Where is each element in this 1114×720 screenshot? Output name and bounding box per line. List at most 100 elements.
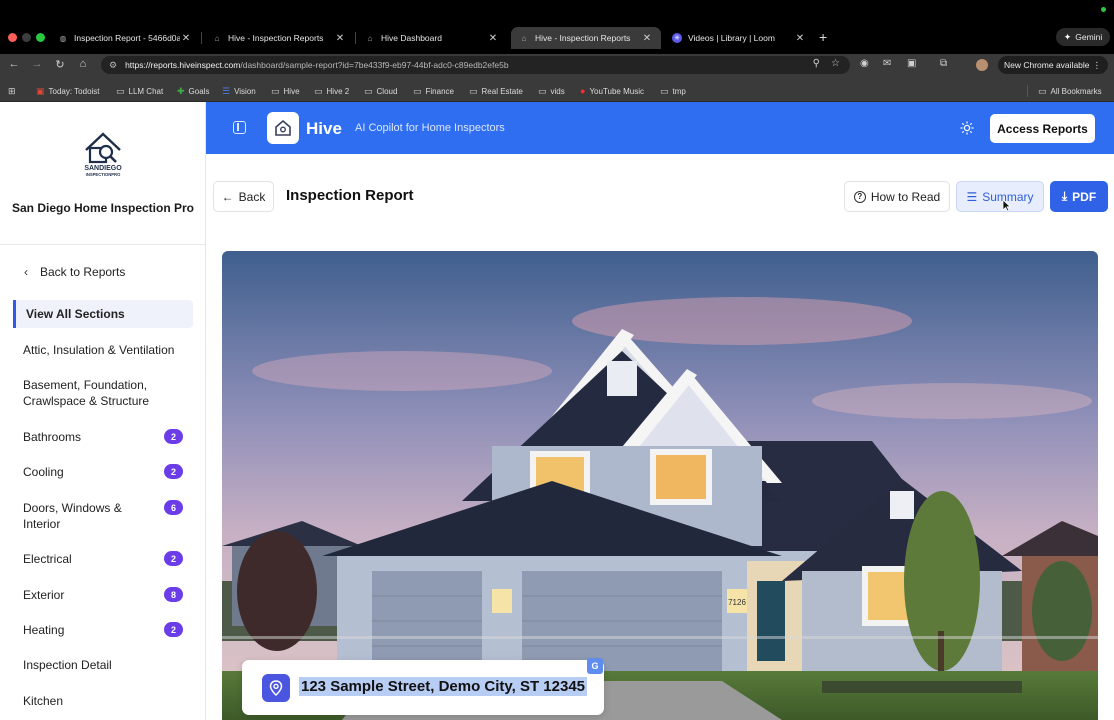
browser-tab[interactable]: ◍ Inspection Report - 5466d0a ✕: [50, 27, 200, 49]
sidebar-item-label: View All Sections: [26, 307, 125, 321]
camera-extension-icon[interactable]: ◉: [860, 58, 869, 69]
apps-grid-icon[interactable]: ⊞: [8, 86, 16, 97]
back-button[interactable]: ← Back: [213, 181, 274, 212]
bookmark-todoist[interactable]: ▣ Today: Todoist: [36, 86, 100, 97]
sidebar-toggle-icon[interactable]: [233, 121, 246, 134]
download-icon: ⤓: [1061, 189, 1068, 203]
todoist-icon: ▣: [36, 86, 45, 96]
bookmark-label: vids: [550, 87, 565, 96]
bookmark-tmp[interactable]: ▭ tmp: [660, 86, 686, 97]
bookmark-llm-chat[interactable]: ▭ LLM Chat: [116, 86, 163, 97]
close-tab-icon[interactable]: ✕: [487, 33, 499, 44]
cast-icon[interactable]: ⧉: [940, 58, 947, 69]
house-number: 7126: [728, 598, 746, 607]
bookmark-goals[interactable]: ✚ Goals: [177, 86, 209, 97]
folder-icon: ▭: [469, 86, 478, 96]
company-name: San Diego Home Inspection Pro: [11, 201, 195, 215]
sidebar-item-label: Attic, Insulation & Ventilation: [23, 343, 175, 357]
all-bookmarks[interactable]: ▭ All Bookmarks: [1038, 86, 1102, 97]
profile-avatar[interactable]: [976, 59, 988, 71]
back-to-reports-link[interactable]: ‹ Back to Reports: [24, 265, 125, 279]
reload-icon[interactable]: ↻: [53, 58, 67, 71]
sidebar-item-label: Basement, Foundation, Crawlspace & Struc…: [23, 378, 150, 408]
browser-tab[interactable]: ⌂ Hive Dashboard ✕: [357, 27, 507, 49]
bookmark-cloud[interactable]: ▭ Cloud: [364, 86, 397, 97]
theme-toggle-sun-icon[interactable]: [960, 121, 974, 135]
address-bar[interactable]: ⚙ https://reports.hiveinspect.com /dashb…: [101, 56, 850, 74]
bookmark-youtube-music[interactable]: ● YouTube Music: [580, 86, 644, 96]
sidebar-item-view-all-sections[interactable]: View All Sections: [13, 300, 193, 328]
summary-button[interactable]: ☰ Summary: [956, 181, 1044, 212]
browser-tab[interactable]: ⌂ Hive - Inspection Reports ✕: [204, 27, 354, 49]
tab-separator: [355, 32, 356, 44]
close-tab-icon[interactable]: ✕: [794, 33, 806, 44]
tab-title: Hive Dashboard: [381, 33, 442, 43]
browser-tab[interactable]: ✳ Videos | Library | Loom ✕: [664, 27, 814, 49]
close-tab-icon[interactable]: ✕: [334, 33, 346, 44]
new-tab-plus-icon[interactable]: +: [819, 29, 827, 45]
property-address[interactable]: 123 Sample Street, Demo City, ST 12345: [299, 677, 588, 696]
zoom-icon[interactable]: ⚲: [813, 58, 820, 69]
tab-title: Hive - Inspection Reports: [535, 33, 631, 43]
sidebar-item-inspection-detail[interactable]: Inspection Detail: [13, 657, 193, 673]
tab-title: Hive - Inspection Reports: [228, 33, 324, 43]
page-title: Inspection Report: [286, 187, 414, 204]
youtube-music-icon: ●: [580, 86, 586, 96]
company-logo: SANDIEGO INSPECTIONPRO: [76, 128, 130, 180]
bookmark-vision[interactable]: ☰ Vision: [222, 86, 256, 97]
home-icon[interactable]: ⌂: [76, 58, 90, 70]
bookmark-label: LLM Chat: [128, 87, 164, 96]
forward-arrow-icon[interactable]: →: [30, 58, 44, 70]
sidebar-item-basement[interactable]: Basement, Foundation, Crawlspace & Struc…: [13, 377, 163, 409]
window-minimize-button[interactable]: [22, 33, 31, 42]
goals-icon: ✚: [177, 86, 185, 96]
back-arrow-icon[interactable]: ←: [7, 58, 21, 70]
folder-icon: ▭: [271, 86, 280, 96]
extensions-puzzle-icon[interactable]: ▣: [907, 58, 916, 69]
sidebar-item-label: Heating: [23, 623, 65, 637]
gemini-sparkle-icon: ✦: [1063, 31, 1072, 42]
bookmark-finance[interactable]: ▭ Finance: [413, 86, 454, 97]
access-reports-button[interactable]: Access Reports: [990, 114, 1095, 143]
window-close-button[interactable]: [8, 33, 17, 42]
gemini-button[interactable]: ✦ Gemini: [1056, 28, 1110, 46]
sidebar-item-kitchen[interactable]: Kitchen: [13, 693, 193, 709]
back-button-label: Back: [238, 189, 266, 204]
download-pdf-button[interactable]: ⤓ PDF: [1050, 181, 1108, 212]
sidebar-item-label: Bathrooms: [23, 430, 82, 444]
folder-icon: ▭: [538, 86, 547, 96]
tab-separator: [201, 32, 202, 44]
hive-favicon-icon: ⌂: [521, 33, 527, 43]
hive-favicon-icon: ⌂: [367, 33, 373, 43]
list-icon: ☰: [966, 189, 978, 204]
cooling-count-badge: 2: [164, 464, 183, 479]
bookmark-hive-2[interactable]: ▭ Hive 2: [314, 86, 349, 97]
site-settings-icon[interactable]: ⚙: [109, 60, 117, 71]
house-magnifier-logo-icon: SANDIEGO INSPECTIONPRO: [84, 132, 122, 177]
bookmark-vids[interactable]: ▭ vids: [538, 86, 565, 97]
browser-tab-active[interactable]: ⌂ Hive - Inspection Reports ✕: [511, 27, 661, 49]
how-to-read-button[interactable]: ? How to Read: [844, 181, 950, 212]
bookmark-star-icon[interactable]: ☆: [831, 58, 840, 69]
sidebar-item-attic[interactable]: Attic, Insulation & Ventilation: [13, 342, 193, 358]
bookmark-hive[interactable]: ▭ Hive: [271, 86, 300, 97]
bookmark-label: Finance: [425, 87, 454, 96]
mail-extension-icon[interactable]: ✉: [883, 58, 891, 69]
pdf-label: PDF: [1072, 189, 1097, 204]
translate-icon[interactable]: G: [587, 658, 603, 674]
close-tab-icon[interactable]: ✕: [180, 33, 192, 44]
folder-icon: ▭: [116, 86, 125, 96]
bookmark-label: Today: Todoist: [48, 87, 100, 96]
bookmark-real-estate[interactable]: ▭ Real Estate: [469, 86, 523, 97]
sidebar-item-doors-windows[interactable]: Doors, Windows & Interior: [13, 500, 143, 532]
window-zoom-button[interactable]: [36, 33, 45, 42]
sidebar-item-label: Cooling: [23, 465, 64, 479]
more-menu-icon[interactable]: ⋮: [1093, 60, 1102, 71]
gemini-label: Gemini: [1075, 32, 1103, 42]
close-tab-icon[interactable]: ✕: [641, 33, 653, 44]
bookmark-label: Cloud: [376, 87, 398, 96]
new-chrome-available-button[interactable]: New Chrome available ⋮: [998, 56, 1108, 74]
app-name: Hive: [306, 119, 342, 138]
hive-logo[interactable]: [267, 112, 299, 144]
arrow-left-icon: ←: [221, 189, 234, 204]
